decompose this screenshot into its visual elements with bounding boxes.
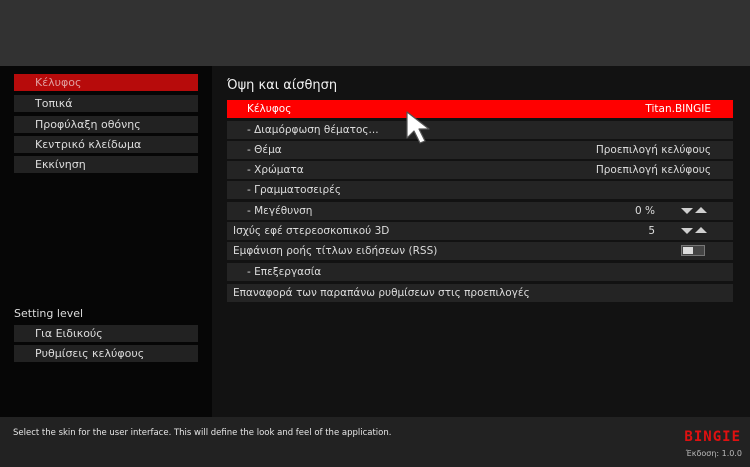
category-master-lock[interactable]: Κεντρικό κλείδωμα [14,136,198,153]
setting-value: 5 [648,225,655,237]
zoom-spinner [681,207,709,215]
bingie-logo: BINGIE [684,429,741,443]
category-screensaver[interactable]: Προφύλαξη οθόνης [14,116,198,133]
footer: Select the skin for the user interface. … [0,417,750,467]
setting-fonts[interactable]: - Γραμματοσειρές [227,181,733,199]
setting-label: - Επεξεργασία [247,266,322,278]
stereo-spinner [681,227,709,235]
setting-level-skin-settings[interactable]: Ρυθμίσεις κελύφους [14,345,198,362]
setting-configure-theme[interactable]: - Διαμόρφωση θέματος... [227,121,733,139]
setting-level-label: Setting level [14,307,84,320]
svg-text:BINGIE: BINGIE [684,429,741,443]
setting-reset-defaults[interactable]: Επαναφορά των παραπάνω ρυθμίσεων στις πρ… [227,284,733,302]
arrow-up-icon[interactable] [695,227,707,233]
setting-theme[interactable]: - Θέμα Προεπιλογή κελύφους [227,141,733,159]
setting-level-expert[interactable]: Για Ειδικούς [14,325,198,342]
setting-label: Εμφάνιση ροής τίτλων ειδήσεων (RSS) [233,245,438,257]
setting-label: Επαναφορά των παραπάνω ρυθμίσεων στις πρ… [233,287,530,299]
setting-zoom[interactable]: - Μεγέθυνση 0 % [227,202,733,220]
setting-colors[interactable]: - Χρώματα Προεπιλογή κελύφους [227,161,733,179]
setting-stereoscopic-3d[interactable]: Ισχύς εφέ στερεοσκοπικού 3D 5 [227,222,733,240]
arrow-up-icon[interactable] [695,207,707,213]
setting-value: Προεπιλογή κελύφους [595,164,711,176]
setting-rss[interactable]: Εμφάνιση ροής τίτλων ειδήσεων (RSS) [227,242,733,260]
setting-label: - Θέμα [247,144,282,156]
category-startup[interactable]: Εκκίνηση [14,156,198,173]
section-title: Όψη και αίσθηση [227,78,338,93]
mouse-cursor-icon [406,111,430,144]
setting-edit[interactable]: - Επεξεργασία [227,263,733,281]
category-regional[interactable]: Τοπικά [14,95,198,112]
toggle-knob [683,247,693,254]
setting-value: Titan.BINGIE [645,103,711,115]
arrow-down-icon[interactable] [681,228,693,234]
setting-value: 0 % [635,205,655,217]
setting-label: - Γραμματοσειρές [247,184,341,196]
setting-skin[interactable]: Κέλυφος Titan.BINGIE [227,100,733,118]
setting-label: - Χρώματα [247,164,304,176]
top-bar [0,0,750,66]
setting-description: Select the skin for the user interface. … [13,428,392,438]
rss-toggle[interactable] [681,245,705,256]
setting-label: Ισχύς εφέ στερεοσκοπικού 3D [233,225,390,237]
setting-label: - Διαμόρφωση θέματος... [247,124,379,136]
setting-label: - Μεγέθυνση [247,205,313,217]
setting-label: Κέλυφος [247,103,292,115]
setting-value: Προεπιλογή κελύφους [595,144,711,156]
arrow-down-icon[interactable] [681,208,693,214]
category-skin[interactable]: Κέλυφος [14,74,198,91]
version-label: Έκδοση: 1.0.0 [685,449,742,458]
